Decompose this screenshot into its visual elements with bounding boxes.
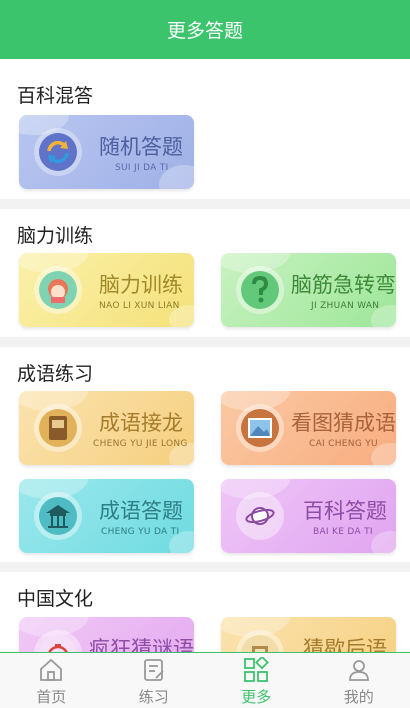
- card-subtitle: BAI KE DA TI: [313, 527, 373, 537]
- card-subtitle: CHENG YU DA TI: [101, 527, 180, 537]
- card-brain-teaser[interactable]: 脑筋急转弯 JI ZHUAN WAN: [221, 253, 396, 327]
- card-encyclopedia-quiz[interactable]: 百科答题 BAI KE DA TI: [221, 479, 396, 553]
- card-title: 看图猜成语: [291, 411, 396, 435]
- card-idiom-quiz[interactable]: 成语答题 CHENG YU DA TI: [19, 479, 194, 553]
- tab-label: 我的: [343, 688, 374, 706]
- user-icon: [345, 657, 373, 683]
- book-icon: [34, 404, 82, 452]
- planet-icon: [236, 492, 284, 540]
- section-idioms: 成语练习 成语接龙 CHENG YU JIE LONG 看图猜成语 CAI CH…: [0, 347, 410, 562]
- section-mixed: 百科混答 随机答题 SUI JI DA TI: [0, 59, 410, 199]
- pavilion-icon: [34, 492, 82, 540]
- picture-icon: [236, 404, 284, 452]
- section-title: 中国文化: [17, 588, 94, 610]
- refresh-icon: [34, 128, 82, 176]
- card-title: 猜歇后语: [303, 637, 387, 652]
- tab-mine[interactable]: 我的: [308, 653, 410, 708]
- card-subtitle: NAO LI XUN LIAN: [99, 301, 180, 311]
- card-title: 成语答题: [99, 499, 183, 523]
- page-title: 更多答题: [166, 20, 243, 42]
- tab-home[interactable]: 首页: [0, 653, 103, 708]
- card-subtitle: CAI CHENG YU: [309, 439, 378, 449]
- section-title: 成语练习: [17, 363, 94, 385]
- card-random-quiz[interactable]: 随机答题 SUI JI DA TI: [19, 115, 194, 189]
- tab-label: 首页: [36, 688, 67, 706]
- tab-practice[interactable]: 练习: [103, 653, 206, 708]
- card-title: 随机答题: [99, 135, 183, 159]
- practice-icon: [140, 657, 168, 683]
- tab-label: 更多: [241, 688, 272, 706]
- tab-label: 练习: [138, 688, 169, 706]
- section-culture: 中国文化 疯狂猜谜语 猜歇后语: [0, 572, 410, 652]
- card-brain-training[interactable]: 脑力训练 NAO LI XUN LIAN: [19, 253, 194, 327]
- card-riddles[interactable]: 疯狂猜谜语: [19, 617, 194, 652]
- section-brain: 脑力训练 脑力训练 NAO LI XUN LIAN 脑筋急转弯 JI ZHUAN…: [0, 209, 410, 337]
- card-subtitle: SUI JI DA TI: [115, 163, 169, 173]
- question-mark-icon: [236, 266, 284, 314]
- section-title: 百科混答: [17, 85, 94, 107]
- tab-more[interactable]: 更多: [205, 653, 308, 708]
- card-subtitle: JI ZHUAN WAN: [311, 301, 380, 311]
- grid-icon: [242, 657, 270, 683]
- app-header: 更多答题: [0, 0, 410, 59]
- card-title: 百科答题: [303, 499, 387, 523]
- card-guess-idiom-picture[interactable]: 看图猜成语 CAI CHENG YU: [221, 391, 396, 465]
- main-content[interactable]: 百科混答 随机答题 SUI JI DA TI 脑力训练 脑力训练 NAO LI …: [0, 59, 410, 652]
- card-title: 成语接龙: [99, 411, 183, 435]
- card-title: 疯狂猜谜语: [89, 637, 194, 652]
- card-subtitle: CHENG YU JIE LONG: [93, 439, 188, 449]
- card-idiom-chain[interactable]: 成语接龙 CHENG YU JIE LONG: [19, 391, 194, 465]
- card-title: 脑力训练: [99, 273, 183, 297]
- section-title: 脑力训练: [17, 225, 94, 247]
- cartoon-girl-icon: [34, 266, 82, 314]
- card-xiehouyu[interactable]: 猜歇后语: [221, 617, 396, 652]
- home-icon: [37, 657, 65, 683]
- card-title: 脑筋急转弯: [291, 273, 396, 297]
- bottom-tab-bar: 首页 练习 更多 我的: [0, 652, 410, 708]
